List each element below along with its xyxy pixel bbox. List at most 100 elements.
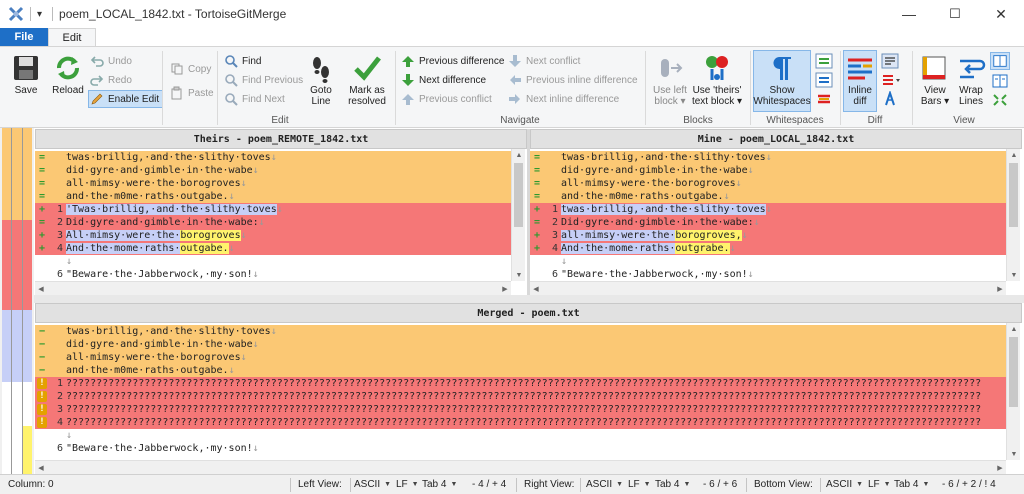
view-option-icon-1[interactable] [990,52,1010,70]
merged-pane[interactable]: Merged - poem.txt − twas·brillig,·and·the… [35,303,1022,474]
enable-edit-button[interactable]: Enable Edit [88,90,164,108]
goto-line-button[interactable]: Goto Line [304,53,338,107]
code-line[interactable]: − all·mimsy·were·the·borogroves↓ [35,351,1006,364]
tortoisegitmerge-app-icon[interactable] [8,6,24,22]
scroll-left-icon[interactable]: ◀ [530,282,542,296]
scroll-right-icon[interactable]: ▶ [994,461,1006,475]
left-encoding-dropdown[interactable]: ASCII ▼ [354,475,391,494]
theirs-vertical-scrollbar[interactable]: ▲ ▼ [511,149,525,281]
merged-horizontal-scrollbar[interactable]: ◀ ▶ [35,460,1006,474]
code-line[interactable]: = did·gyre·and·gimble·in·the·wabe↓ [35,164,511,177]
scroll-right-icon[interactable]: ▶ [994,282,1006,296]
code-line[interactable]: = 2 Did·gyre·and·gimble·in·the·wabe:↓ [35,216,511,229]
diff-option-icon-1[interactable] [881,53,899,69]
pane-splitter-horizontal[interactable] [34,295,1024,303]
code-line[interactable]: ↓ [530,255,1006,268]
mine-horizontal-scrollbar[interactable]: ◀ ▶ [530,281,1006,295]
code-line[interactable]: = all·mimsy·were·the·borogroves↓ [530,177,1006,190]
right-tab-dropdown[interactable]: Tab 4 ▼ [655,475,690,494]
code-line[interactable]: − and·the·m0me·raths·outgabe.↓ [35,364,1006,377]
code-line[interactable]: ! 1??????????????????????????????????????… [35,377,1006,390]
code-line[interactable]: = twas·brillig,·and·the·slithy·toves↓ [530,151,1006,164]
previous-inline-difference-button[interactable]: Previous inline difference [508,72,638,88]
code-line[interactable]: ! 4??????????????????????????????????????… [35,416,1006,429]
theirs-pane[interactable]: Theirs - poem_REMOTE_1842.txt = twas·bril… [35,129,527,295]
code-line[interactable]: = did·gyre·and·gimble·in·the·wabe↓ [530,164,1006,177]
scroll-down-icon[interactable]: ▼ [1007,269,1021,281]
wrap-lines-button[interactable]: Wrap Lines [954,53,988,107]
undo-button[interactable]: Undo [90,53,132,69]
next-conflict-button[interactable]: Next conflict [508,53,580,69]
theirs-code-view[interactable]: = twas·brillig,·and·the·slithy·toves↓ = did… [35,151,511,281]
code-line[interactable]: +4 And·the·mome·raths·outgabe.↓ [35,242,511,255]
merged-vertical-scrollbar[interactable]: ▲ ▼ [1006,323,1020,460]
code-line[interactable]: = and·the·m0me·raths·outgabe.↓ [530,190,1006,203]
code-line[interactable]: +3 all·mimsy·were·the·borogroves,↓ [530,229,1006,242]
scroll-left-icon[interactable]: ◀ [35,282,47,296]
code-line[interactable]: 6 "Beware·the·Jabberwock,·my·son!↓ [530,268,1006,281]
find-previous-button[interactable]: Find Previous [224,72,303,88]
save-button[interactable]: Save [8,53,44,96]
left-eol-dropdown[interactable]: LF ▼ [396,475,419,494]
whitespace-option-icon-1[interactable] [815,53,833,69]
mine-pane[interactable]: Mine - poem_LOCAL_1842.txt = twas·brillig… [530,129,1022,295]
view-option-icon-3[interactable] [991,92,1009,108]
scrollbar-thumb[interactable] [514,163,523,227]
code-line[interactable]: ! 3??????????????????????????????????????… [35,403,1006,416]
code-line[interactable]: ↓ [35,429,1006,442]
redo-button[interactable]: Redo [90,72,132,88]
pane-splitter-vertical[interactable] [527,129,530,295]
scroll-down-icon[interactable]: ▼ [512,269,526,281]
bottom-eol-dropdown[interactable]: LF ▼ [868,475,891,494]
paste-button[interactable]: Paste [170,85,214,101]
next-difference-button[interactable]: Next difference [401,72,486,88]
scrollbar-thumb[interactable] [1009,337,1018,407]
previous-conflict-button[interactable]: Previous conflict [401,91,492,107]
close-button[interactable]: ✕ [978,0,1024,28]
bottom-encoding-dropdown[interactable]: ASCII ▼ [826,475,863,494]
scroll-up-icon[interactable]: ▲ [512,149,526,161]
location-bar[interactable] [0,128,34,474]
tab-edit[interactable]: Edit [48,28,96,47]
copy-button[interactable]: Copy [170,61,211,77]
code-line[interactable]: = all·mimsy·were·the·borogroves↓ [35,177,511,190]
use-left-block-button[interactable]: Use left block ▾ [650,53,690,107]
left-tab-dropdown[interactable]: Tab 4 ▼ [422,475,457,494]
scroll-right-icon[interactable]: ▶ [499,282,511,296]
code-line[interactable]: +3 All·mimsy·were·the·borogroves↓ [35,229,511,242]
mine-vertical-scrollbar[interactable]: ▲ ▼ [1006,149,1020,281]
quick-access-dropdown-icon[interactable]: ▾ [37,9,42,20]
theirs-horizontal-scrollbar[interactable]: ◀ ▶ [35,281,511,295]
inline-diff-button[interactable]: Inline diff [843,50,877,112]
find-next-button[interactable]: Find Next [224,91,285,107]
reload-button[interactable]: Reload [50,53,86,96]
scrollbar-thumb[interactable] [1009,163,1018,227]
code-line[interactable]: = 2 Did·gyre·and·gimble·in·the·wabe:↓ [530,216,1006,229]
code-line[interactable]: 6 "Beware·the·Jabberwock,·my·son!↓ [35,268,511,281]
view-bars-button[interactable]: View Bars ▾ [916,53,954,107]
code-line[interactable]: = and·the·m0me·raths·outgabe.↓ [35,190,511,203]
code-line[interactable]: +1 twas·brillig,·and·the·slithy·toves↓ [530,203,1006,216]
whitespace-option-icon-3[interactable] [815,91,833,107]
tab-file[interactable]: File [0,28,48,46]
whitespace-option-icon-2[interactable] [815,72,833,88]
show-whitespaces-button[interactable]: Show Whitespaces [753,50,811,112]
previous-difference-button[interactable]: Previous difference [401,53,504,69]
code-line[interactable]: − twas·brillig,·and·the·slithy·toves↓ [35,325,1006,338]
code-line[interactable]: ! 2??????????????????????????????????????… [35,390,1006,403]
use-theirs-text-block-button[interactable]: Use 'theirs' text block ▾ [690,53,744,107]
code-line[interactable]: ↓ [35,255,511,268]
scroll-up-icon[interactable]: ▲ [1007,323,1021,335]
code-line[interactable]: − did·gyre·and·gimble·in·the·wabe↓ [35,338,1006,351]
scroll-left-icon[interactable]: ◀ [35,461,47,475]
code-line[interactable]: +1 'Twas·brillig,·and·the·slithy·toves↓ [35,203,511,216]
code-line[interactable]: +4 And·the·mome·raths·outgrabe.↓ [530,242,1006,255]
maximize-button[interactable]: ☐ [932,0,978,28]
view-option-icon-2[interactable] [991,73,1009,89]
scroll-up-icon[interactable]: ▲ [1007,149,1021,161]
diff-option-icon-3[interactable] [881,91,899,107]
code-line[interactable]: 6 "Beware·the·Jabberwock,·my·son!↓ [35,442,1006,455]
bottom-tab-dropdown[interactable]: Tab 4 ▼ [894,475,929,494]
scroll-down-icon[interactable]: ▼ [1007,448,1021,460]
code-line[interactable]: = twas·brillig,·and·the·slithy·toves↓ [35,151,511,164]
